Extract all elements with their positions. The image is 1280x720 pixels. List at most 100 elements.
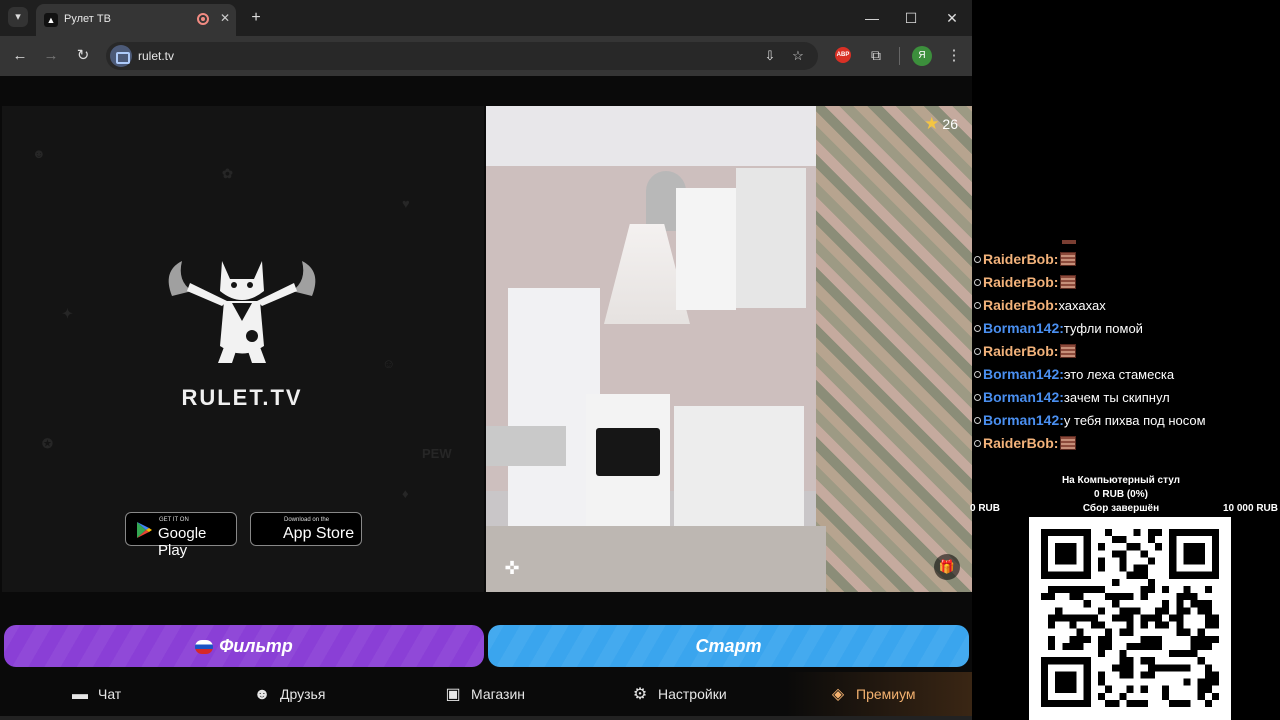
app-store-label: App Store [283,525,355,542]
chat-username: Borman142: [983,366,1064,382]
qr-code-image [1041,529,1219,707]
russia-flag-icon [195,640,214,654]
address-bar[interactable]: rulet.tv ⇩ ☆ [106,42,818,70]
extensions-icon[interactable]: ⧉ [866,45,886,65]
chat-message: RaiderBob: [972,432,1077,454]
chat-message: Borman142:у тебя пихва под носом [972,409,1206,431]
stream-overlay: RaiderBob: RaiderBob: RaiderBob:хахахах Bor… [970,0,1280,720]
chat-emote-icon [1060,436,1077,450]
bookmark-star-icon[interactable]: ☆ [788,46,808,66]
partner-video[interactable]: ★ 26 ✜ 🎁 [486,106,972,592]
chat-username: RaiderBob: [983,435,1059,451]
donation-goal-title: На Компьютерный стул [1061,475,1181,486]
chat-text: зачем ты скипнул [1063,390,1170,405]
chat-bullet-icon [974,371,981,378]
adblock-extension-icon[interactable]: ABP [835,47,851,63]
chat-message: RaiderBob: [972,340,1077,362]
chat-emote-icon [1060,252,1077,266]
nav-chat[interactable]: ▬ Чат [70,672,121,716]
chat-message: RaiderBob:хахахах [972,294,1106,316]
logo-text: RULET.TV [181,385,303,410]
toolbar-divider [899,47,900,65]
filter-button[interactable]: Фильтр [4,625,484,667]
shop-icon: ▣ [445,686,461,703]
browser-tab[interactable]: ▲ Рулет ТВ ✕ [36,4,236,36]
close-icon[interactable]: ✕ [217,10,233,26]
chat-username: RaiderBob: [983,343,1059,359]
settings-icon: ⚙ [632,686,648,703]
friends-icon: ☻ [253,686,271,703]
tab-bar: ▾ ▲ Рулет ТВ ✕ + — ☐ ✕ [0,0,972,36]
chat-username: RaiderBob: [983,297,1059,313]
chat-bullet-icon [974,394,981,401]
chat-text: туфли помой [1063,321,1143,336]
chat-bullet-icon [974,302,981,309]
chat-username: Borman142: [983,412,1064,428]
app-store-small-text: Download on the [284,517,330,523]
maximize-icon[interactable]: ☐ [899,6,923,30]
premium-tag-icon: ◈ [831,686,845,703]
reload-icon[interactable]: ↻ [71,44,95,68]
stream-chat: RaiderBob: RaiderBob: RaiderBob:хахахах Bor… [972,240,1280,462]
record-icon [197,13,209,25]
profile-avatar[interactable]: Я [912,46,932,66]
promo-panel: ☻ ✿ ♥ ✦ ☺ PEW ♦ ✪ RULET.TV GET IT ON Goo… [2,106,484,592]
chat-bullet-icon [974,325,981,332]
chat-icon: ▬ [72,686,88,703]
minimize-icon[interactable]: — [860,6,884,30]
install-app-icon[interactable]: ⇩ [760,46,780,66]
chat-bullet-icon [974,440,981,447]
google-play-button[interactable]: GET IT ON Google Play [125,512,237,559]
chat-message: RaiderBob: [972,248,1077,270]
chat-bullet-icon [974,417,981,424]
rating-value: 26 [942,116,958,132]
rating-badge: ★ 26 [924,114,958,134]
filter-label: Фильтр [219,636,293,656]
chat-bullet-icon [974,279,981,286]
tab-list-icon[interactable]: ▾ [8,7,28,27]
donation-goal: На Компьютерный стул 0 RUB (0%) 0 RUB Сб… [970,472,1280,516]
gamepad-icon[interactable]: ✜ [502,558,522,578]
menu-icon[interactable]: ⋮ [944,45,964,67]
rulet-logo: RULET.TV [152,251,332,421]
bottom-navigation: ▬ Чат ☻ Друзья ▣ Магазин ⚙ Настройки ◈ Премиу… [0,672,972,716]
premium-area: ◈ Премиум [786,672,972,716]
cat-logo-icon [168,261,316,363]
chat-emote-icon [1060,275,1077,289]
gift-icon[interactable]: 🎁 [934,554,960,580]
nav-settings[interactable]: ⚙ Настройки [630,672,727,716]
app-store-button[interactable]: Download on the App Store [250,512,362,546]
start-button[interactable]: Старт [488,625,969,667]
site-info-icon[interactable] [110,45,132,67]
qr-code [1029,517,1231,720]
nav-premium[interactable]: ◈ Премиум [828,672,916,716]
chat-emote-icon [1060,344,1077,358]
new-tab-icon[interactable]: + [246,8,266,28]
donation-max: 10 000 RUB [1222,503,1278,514]
chat-bullet-icon [974,348,981,355]
chat-username: Borman142: [983,320,1064,336]
browser-window: ▾ ▲ Рулет ТВ ✕ + — ☐ ✕ ← → ↻ rulet.tv ⇩ … [0,0,972,720]
nav-shop[interactable]: ▣ Магазин [443,672,525,716]
google-play-small-text: GET IT ON [159,517,189,523]
chat-message: Borman142:это леха стамеска [972,363,1174,385]
chat-bullet-icon [974,256,981,263]
doodle-text: PEW [422,446,452,461]
chat-text: хахахах [1058,298,1106,313]
url-text[interactable]: rulet.tv [138,49,174,63]
chat-message: Borman142:туфли помой [972,317,1143,339]
page-content: ☻ ✿ ♥ ✦ ☺ PEW ♦ ✪ RULET.TV GET IT ON Goo… [0,76,972,720]
rulet-favicon: ▲ [44,13,58,27]
window-close-icon[interactable]: ✕ [940,6,964,30]
forward-icon[interactable]: → [39,44,63,68]
google-play-label: Google Play [158,525,207,559]
nav-friends[interactable]: ☻ Друзья [252,672,326,716]
back-icon[interactable]: ← [8,44,32,68]
tab-title: Рулет ТВ [64,13,111,25]
browser-toolbar: ← → ↻ rulet.tv ⇩ ☆ ABP ⧉ Я ⋮ [0,36,972,76]
chat-message: Borman142:зачем ты скипнул [972,386,1170,408]
chat-message: RaiderBob: [972,271,1077,293]
chat-username: RaiderBob: [983,251,1059,267]
google-play-icon [137,522,152,538]
chat-username: RaiderBob: [983,274,1059,290]
